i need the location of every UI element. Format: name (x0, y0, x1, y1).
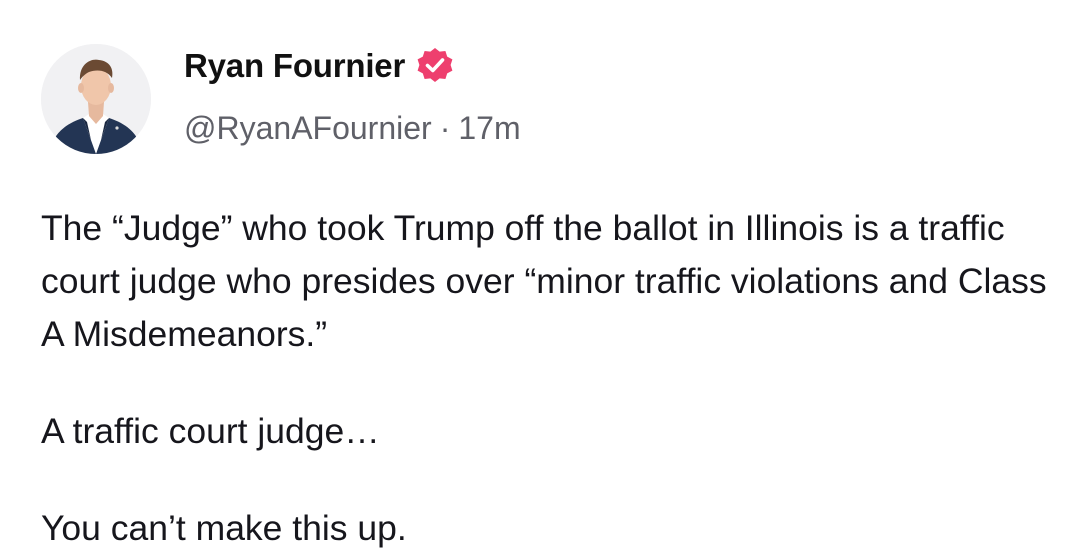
author-avatar[interactable] (41, 44, 151, 154)
post-card: Ryan Fournier @RyanAFournier · 17m The “Ju… (0, 0, 1080, 560)
post-paragraph: The “Judge” who took Trump off the ballo… (41, 208, 1047, 354)
post-paragraph: You can’t make this up. (41, 508, 407, 548)
post-text: The “Judge” who took Trump off the ballo… (41, 202, 1051, 555)
meta-separator: · (439, 110, 451, 146)
post-meta: @RyanAFournier · 17m (184, 110, 521, 147)
post-paragraph: A traffic court judge… (41, 411, 380, 451)
post-timestamp[interactable]: 17m (458, 110, 520, 146)
author-name-row: Ryan Fournier (184, 46, 455, 86)
author-name[interactable]: Ryan Fournier (184, 47, 405, 85)
avatar-photo-icon (41, 44, 151, 154)
verified-badge-icon (417, 48, 453, 82)
author-handle[interactable]: @RyanAFournier (184, 110, 432, 146)
